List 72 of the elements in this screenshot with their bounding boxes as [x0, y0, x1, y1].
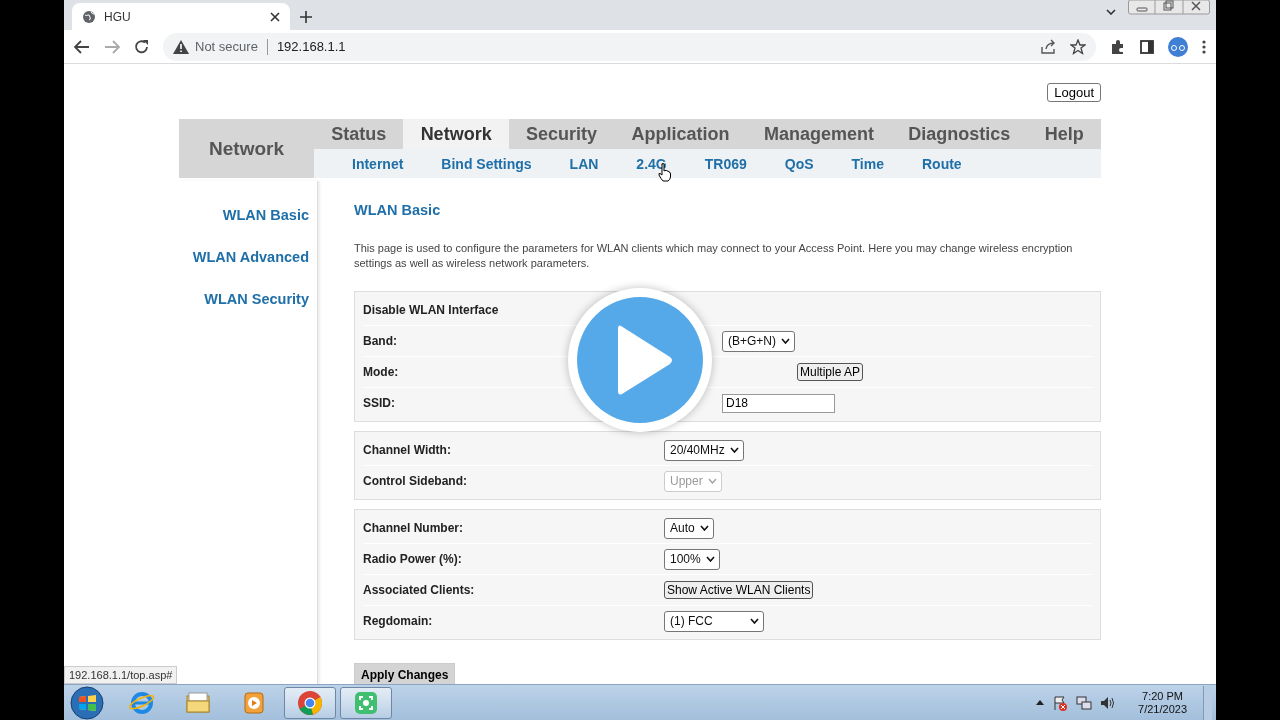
media-player-icon[interactable] [241, 689, 267, 716]
field-label: Regdomain: [363, 614, 434, 628]
chrome-icon[interactable] [297, 689, 323, 716]
nav-tab[interactable]: Security [508, 119, 615, 149]
field-label: Channel Number: [363, 521, 464, 535]
puzzle-icon[interactable] [1110, 38, 1126, 55]
dropdown[interactable]: (1) FCC [664, 610, 764, 632]
close-icon[interactable] [270, 11, 280, 22]
subnav-link[interactable]: 2.4G [636, 155, 667, 172]
action-button[interactable]: Show Active WLAN Clients [664, 581, 814, 599]
nav-tab[interactable]: Management [746, 119, 892, 149]
warning-icon [173, 39, 189, 54]
chevron-down-icon [707, 478, 717, 484]
subnav-link[interactable]: TR069 [704, 155, 747, 172]
section-title: Network [179, 119, 314, 178]
window-controls-drawing[interactable] [1128, 0, 1210, 15]
clock[interactable]: 7:20 PM 7/21/2023 [1138, 689, 1187, 716]
nav-tab[interactable]: Network [403, 119, 509, 149]
subnav-link[interactable]: QoS [784, 155, 814, 172]
side-panel-icon[interactable] [1140, 39, 1154, 54]
chevron-up-icon[interactable] [1036, 700, 1045, 705]
subnav-link[interactable]: Route [921, 155, 962, 172]
nav-tab[interactable]: Help [1027, 119, 1101, 149]
address-bar[interactable]: Not secure 192.168.1.1 [163, 32, 1096, 61]
chevron-down-icon [699, 525, 709, 531]
network-icon[interactable] [1076, 694, 1093, 711]
field-label: Mode: [363, 365, 400, 379]
globe-icon [82, 9, 96, 24]
input-field[interactable]: D18 [722, 393, 835, 413]
sidebar-link[interactable]: WLAN Advanced [192, 249, 309, 265]
back-icon[interactable] [74, 39, 90, 54]
avatar-icon[interactable] [1168, 36, 1188, 57]
nav-tab[interactable]: Status [314, 119, 404, 149]
reload-icon[interactable] [134, 39, 149, 54]
field-label: Control Sideband: [363, 474, 468, 488]
dropdown[interactable]: (B+G+N) [722, 330, 795, 352]
subnav-link[interactable]: Bind Settings [441, 155, 532, 172]
start-orb-icon[interactable] [70, 685, 104, 720]
page-description: This page is used to configure the parameters for WLAN clients which may connect to your Access Point. Here you may change wireless encryption settings as well as wireless network parameters. [354, 241, 1074, 271]
subnav-link[interactable]: Time [851, 155, 884, 172]
chevron-down-icon[interactable] [1106, 9, 1116, 15]
field-label: Associated Clients: [363, 583, 476, 597]
browser-tab[interactable]: HGU [72, 3, 290, 30]
logout-button[interactable]: Logout [1047, 83, 1101, 102]
nav-tab[interactable]: Diagnostics [891, 119, 1028, 149]
field-label: Channel Width: [363, 443, 452, 457]
chevron-down-icon [729, 447, 739, 453]
share-icon[interactable] [1040, 38, 1056, 55]
status-url-tooltip: 192.168.1.1/top.asp# [64, 666, 178, 684]
plus-icon[interactable] [300, 11, 312, 23]
subnav-link[interactable]: LAN [569, 155, 599, 172]
action-button[interactable]: Multiple AP [797, 363, 864, 381]
star-icon[interactable] [1070, 38, 1086, 55]
chevron-down-icon [781, 338, 790, 344]
dropdown[interactable]: 20/40MHz [664, 439, 744, 461]
subnav-link[interactable]: Internet [352, 155, 404, 172]
dropdown[interactable]: Auto [664, 517, 714, 539]
field-label: Band: [363, 334, 398, 348]
page-title: WLAN Basic [354, 202, 442, 218]
field-label: Disable WLAN Interface [363, 303, 500, 317]
chevron-down-icon [750, 618, 759, 624]
dropdown[interactable]: 100% [664, 548, 720, 570]
apply-changes-button[interactable]: Apply Changes [354, 663, 456, 684]
sidebar-link[interactable]: WLAN Basic [222, 207, 309, 223]
field-label: SSID: [363, 396, 396, 410]
flag-icon[interactable] [1052, 694, 1069, 711]
nav-tab[interactable]: Application [614, 119, 747, 149]
field-label: Radio Power (%): [363, 552, 463, 566]
folder-icon[interactable] [185, 689, 211, 716]
menu-icon[interactable] [1202, 39, 1206, 54]
sidebar-link[interactable]: WLAN Security [204, 291, 309, 307]
chevron-down-icon [705, 556, 715, 562]
